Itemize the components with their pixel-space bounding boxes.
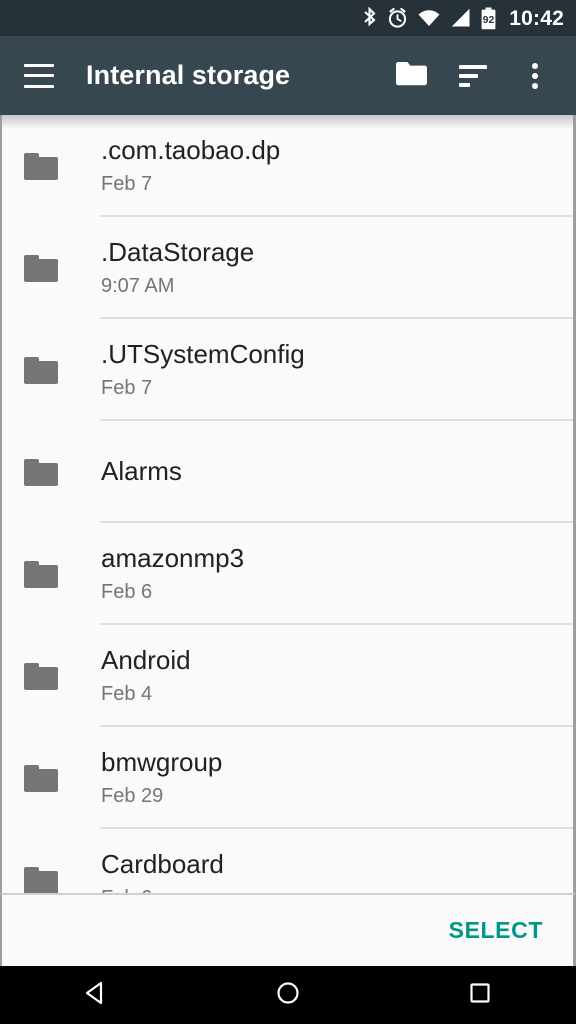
list-item[interactable]: .DataStorage 9:07 AM — [2, 217, 573, 319]
list-item-name: Android — [101, 644, 191, 675]
new-folder-button[interactable] — [380, 45, 442, 107]
overflow-menu-icon — [532, 62, 538, 89]
list-item-name: Alarms — [101, 456, 182, 487]
battery-level-text: 92 — [483, 14, 495, 26]
status-bar: 92 10:42 — [0, 0, 576, 36]
folder-icon — [24, 764, 58, 792]
file-list-container[interactable]: .com.taobao.dp Feb 7 .DataStorage 9:07 AM .U… — [0, 115, 576, 893]
select-button[interactable]: SELECT — [433, 907, 559, 954]
folder-icon — [24, 560, 58, 588]
new-folder-icon — [395, 60, 428, 92]
folder-icon — [24, 458, 58, 486]
list-item[interactable]: Android Feb 4 — [2, 625, 573, 727]
page-title: Internal storage — [86, 60, 291, 90]
list-item-name: amazonmp3 — [101, 542, 245, 573]
bottom-action-bar: SELECT — [0, 893, 576, 966]
folder-icon — [24, 152, 58, 180]
list-item[interactable]: bmwgroup Feb 29 — [2, 727, 573, 829]
folder-icon — [24, 356, 58, 384]
list-item-text: .DataStorage 9:07 AM — [101, 236, 255, 299]
list-item-name: .com.taobao.dp — [101, 134, 281, 165]
sort-button[interactable] — [442, 45, 504, 107]
app-bar-actions — [380, 45, 576, 107]
list-item-name: .DataStorage — [101, 236, 255, 267]
list-item-name: Cardboard — [101, 848, 224, 879]
folder-icon — [24, 662, 58, 690]
recents-square-icon — [466, 979, 494, 1012]
wifi-icon — [417, 8, 441, 28]
list-item-date: 9:07 AM — [101, 275, 175, 298]
list-item-name: bmwgroup — [101, 746, 223, 777]
alarm-icon — [387, 7, 408, 29]
list-item-text: Alarms — [101, 456, 182, 487]
list-item[interactable]: .UTSystemConfig Feb 7 — [2, 319, 573, 421]
list-item-name: .UTSystemConfig — [101, 338, 305, 369]
list-item-date: Feb 7 — [101, 173, 153, 196]
signal-icon — [450, 8, 471, 28]
bluetooth-icon — [361, 7, 378, 29]
android-navigation-bar — [0, 966, 576, 1024]
list-item-text: CardboardFeb 6 — [101, 848, 224, 893]
status-bar-clock: 10:42 — [509, 6, 564, 30]
back-button[interactable] — [0, 979, 192, 1012]
home-circle-icon — [274, 979, 302, 1012]
home-button[interactable] — [192, 979, 384, 1012]
hamburger-menu-icon[interactable] — [24, 63, 54, 88]
list-item-date: Feb 29 — [101, 785, 164, 808]
app-bar: Internal storage — [0, 36, 576, 115]
file-list: .com.taobao.dp Feb 7 .DataStorage 9:07 AM .U… — [2, 115, 573, 893]
list-item[interactable]: amazonmp3 Feb 6 — [2, 523, 573, 625]
list-item-date: Feb 7 — [101, 377, 153, 400]
list-item-text: bmwgroup Feb 29 — [101, 746, 223, 809]
list-item-text: Android Feb 4 — [101, 644, 191, 707]
overflow-menu-button[interactable] — [504, 45, 566, 107]
list-item-text: .UTSystemConfig Feb 7 — [101, 338, 305, 401]
list-item-date: Feb 6 — [101, 581, 153, 604]
recents-button[interactable] — [384, 979, 576, 1012]
battery-icon: 92 — [480, 7, 497, 30]
list-item[interactable]: Alarms — [2, 421, 573, 523]
folder-icon — [24, 866, 58, 893]
list-item[interactable]: CardboardFeb 6 — [2, 829, 573, 893]
list-item[interactable]: .com.taobao.dp Feb 7 — [2, 115, 573, 217]
folder-icon — [24, 254, 58, 282]
list-item-text: amazonmp3 Feb 6 — [101, 542, 245, 605]
list-item-date: Feb 4 — [101, 683, 153, 706]
list-item-text: .com.taobao.dp Feb 7 — [101, 134, 281, 197]
back-triangle-icon — [82, 979, 110, 1012]
sort-icon — [459, 64, 487, 87]
